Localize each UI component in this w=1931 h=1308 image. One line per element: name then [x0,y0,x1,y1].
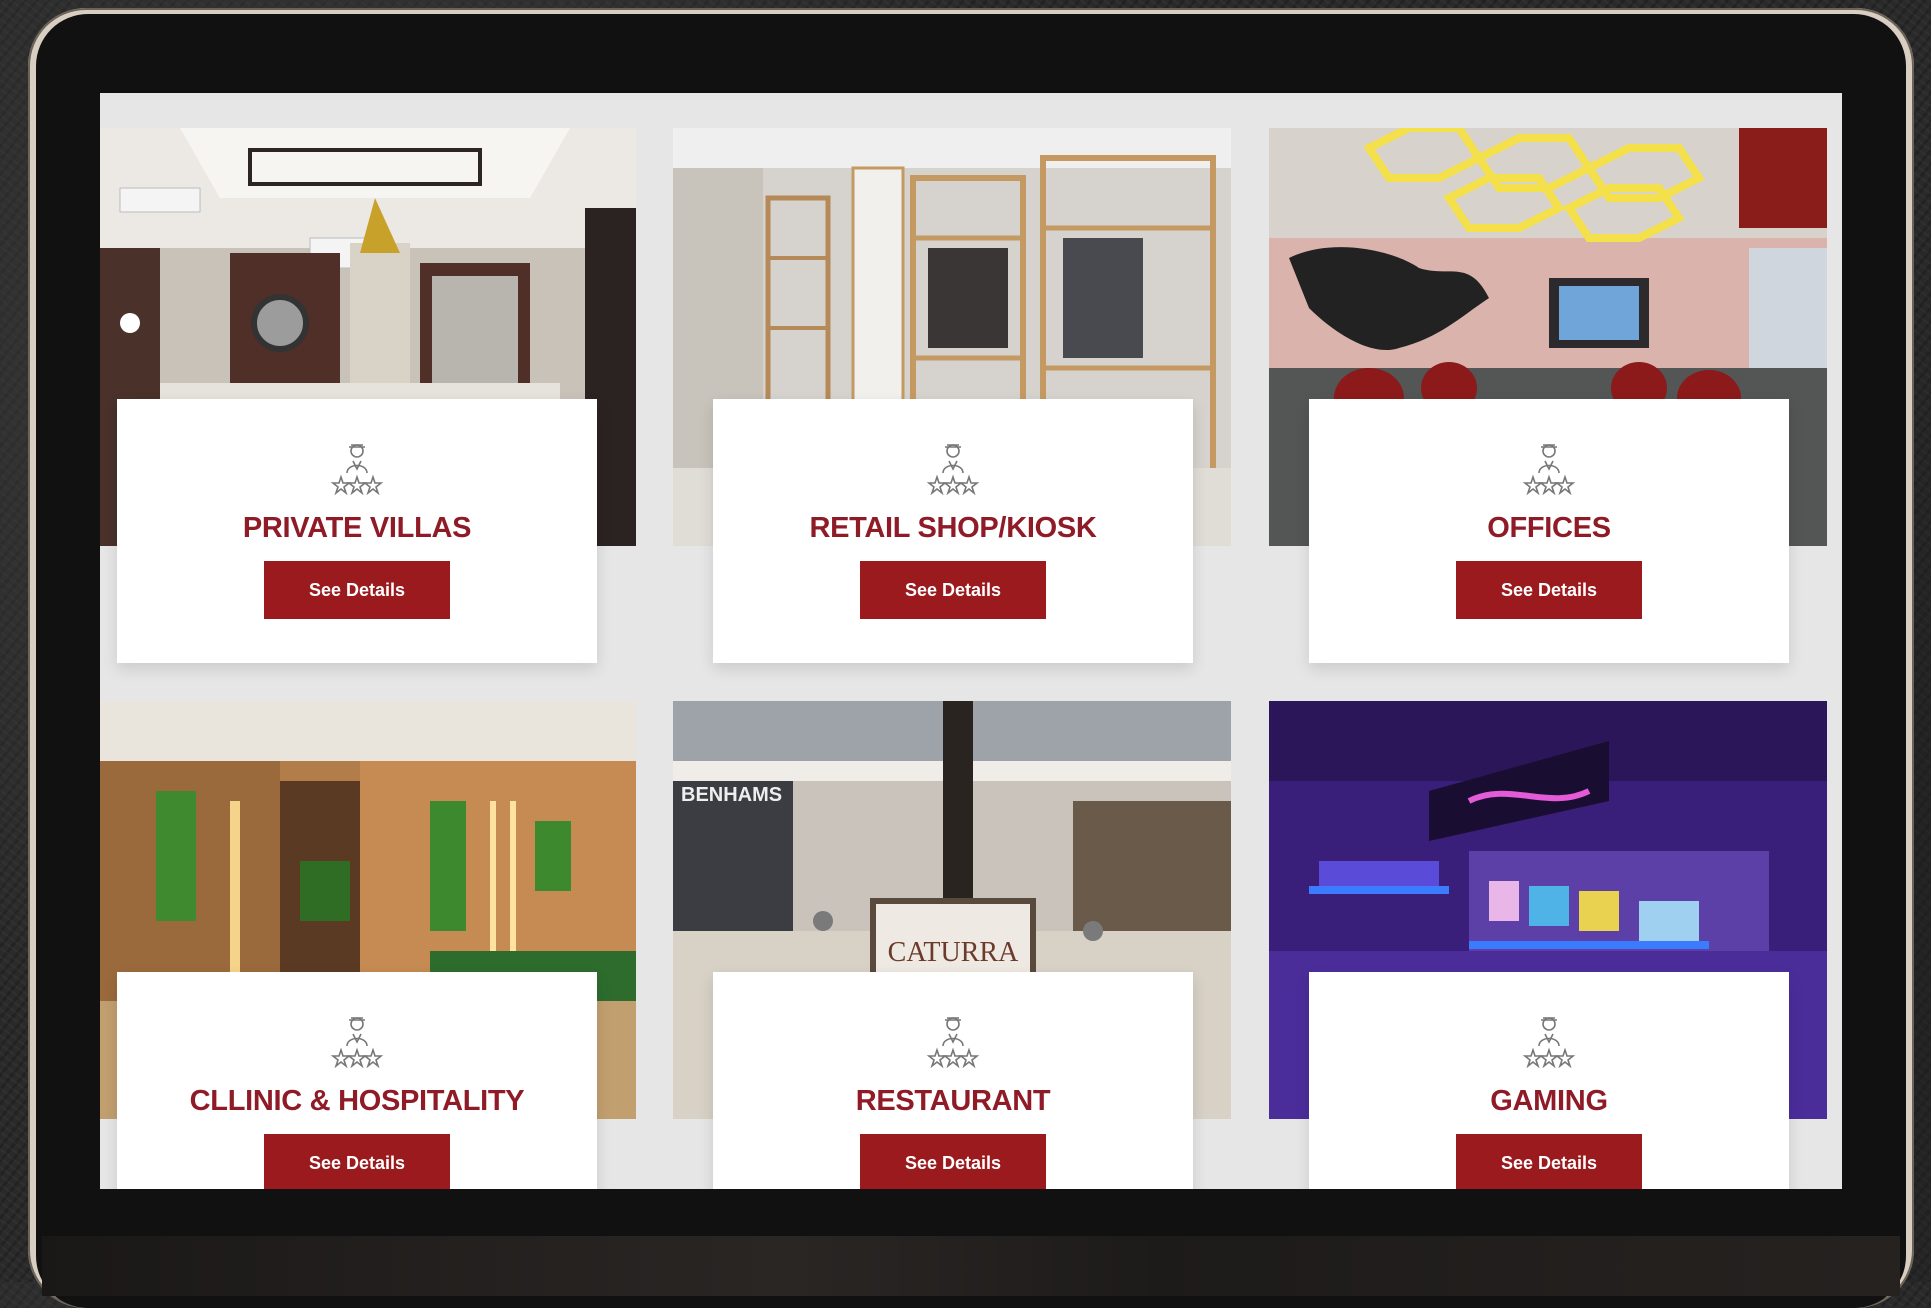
service-staff-icon [925,439,981,496]
card-panel: PRIVATE VILLAS See Details [117,399,597,663]
card-title: GAMING [1490,1085,1608,1117]
see-details-button[interactable]: See Details [264,561,450,619]
restaurant-sign-text: CATURRA [888,937,1019,968]
card-private-villas: PRIVATE VILLAS See Details [100,128,658,663]
device-bottom-edge [42,1236,1900,1296]
service-staff-icon [1521,439,1577,496]
see-details-button[interactable]: See Details [860,561,1046,619]
card-panel: OFFICES See Details [1309,399,1789,663]
card-gaming: GAMING See Details [1269,701,1827,1189]
see-details-button[interactable]: See Details [860,1134,1046,1189]
service-staff-icon [329,439,385,496]
card-retail-shop-kiosk: RETAIL SHOP/KIOSK See Details [673,128,1231,663]
card-restaurant: BENHAMS CATURRA RESTAURANT See Details [673,701,1231,1189]
see-details-button[interactable]: See Details [1456,561,1642,619]
service-staff-icon [925,1012,981,1069]
card-title: PRIVATE VILLAS [242,512,472,544]
card-panel: RESTAURANT See Details [713,972,1193,1189]
card-panel: GAMING See Details [1309,972,1789,1189]
card-panel: RETAIL SHOP/KIOSK See Details [713,399,1193,663]
store-sign-text: BENHAMS [681,784,782,806]
card-title: RETAIL SHOP/KIOSK [809,512,1097,544]
card-title: OFFICES [1487,512,1611,544]
service-staff-icon [329,1012,385,1069]
card-title: RESTAURANT [855,1085,1051,1117]
card-panel: CLLINIC & HOSPITALITY See Details [117,972,597,1189]
card-clinic-hospitality: CLLINIC & HOSPITALITY See Details [100,701,658,1189]
card-title: CLLINIC & HOSPITALITY [189,1085,525,1117]
see-details-button[interactable]: See Details [264,1134,450,1189]
see-details-button[interactable]: See Details [1456,1134,1642,1189]
service-staff-icon [1521,1012,1577,1069]
screen: PRIVATE VILLAS See Details RETAIL SHOP/K… [100,93,1842,1189]
card-offices: OFFICES See Details [1269,128,1827,663]
